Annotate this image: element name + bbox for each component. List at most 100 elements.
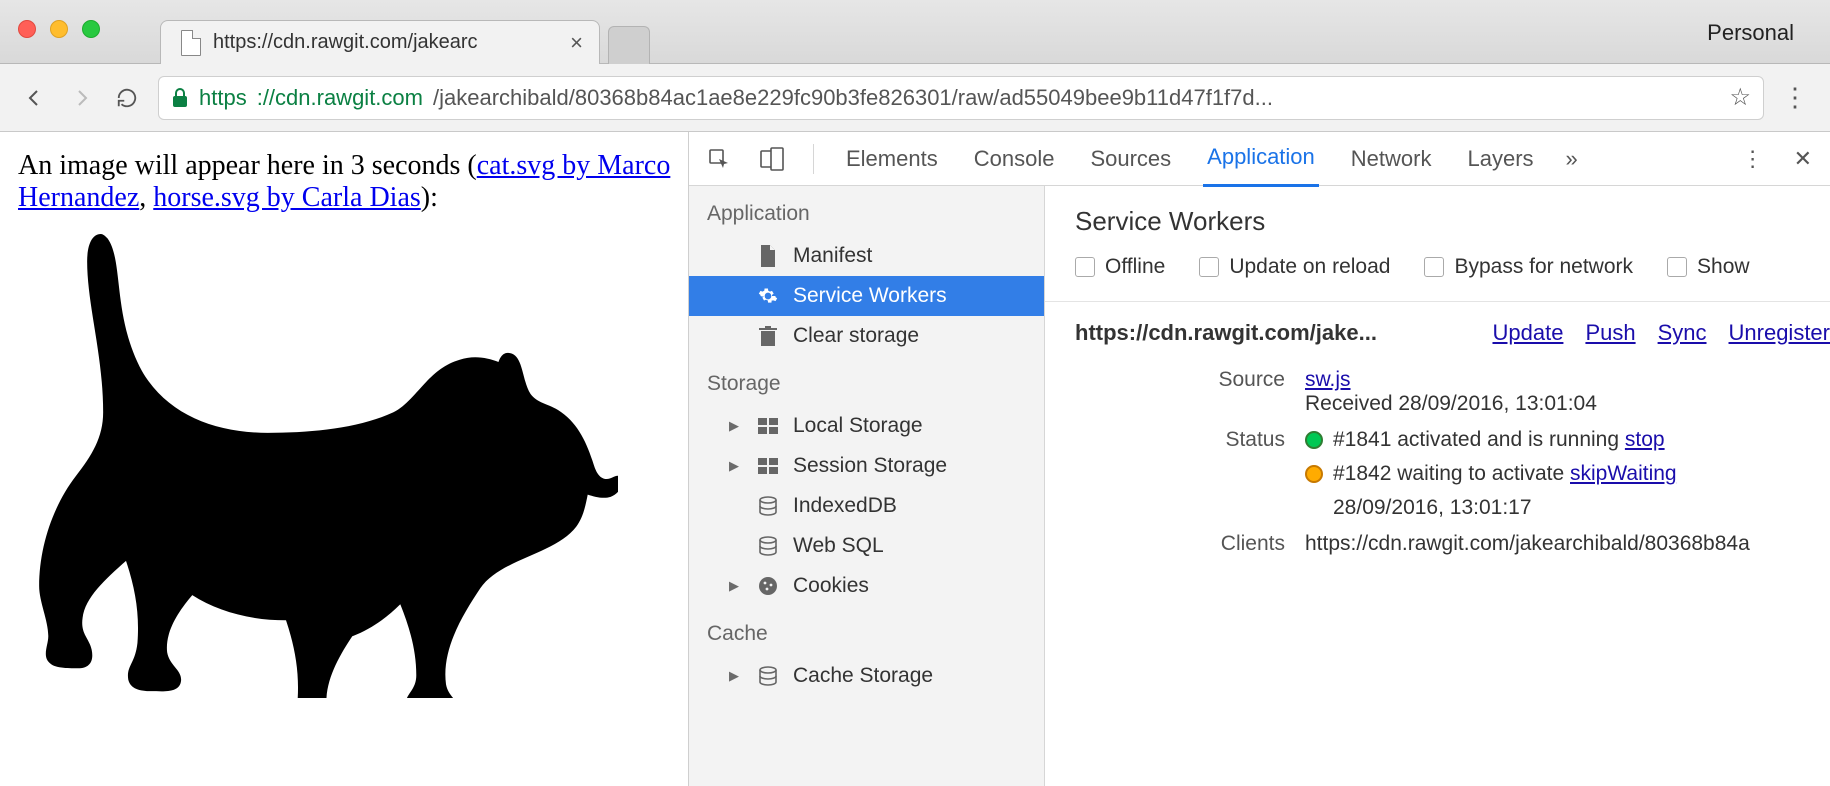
sidebar-item-web-sql[interactable]: Web SQL: [689, 526, 1044, 566]
sidebar-item-label: Manifest: [793, 244, 872, 268]
disclosure-triangle-icon[interactable]: ▶: [729, 578, 743, 594]
action-update[interactable]: Update: [1492, 320, 1563, 346]
action-push[interactable]: Push: [1585, 320, 1635, 346]
new-tab-button[interactable]: [608, 26, 650, 64]
sw-origin: https://cdn.rawgit.com/jake...: [1075, 320, 1377, 346]
status-dot-green: [1305, 431, 1323, 449]
service-workers-options: Offline Update on reload Bypass for networ…: [1075, 255, 1830, 279]
devtools-tabbar: Elements Console Sources Application Network…: [689, 132, 1830, 186]
devtools-tab-layers[interactable]: Layers: [1463, 132, 1537, 186]
sidebar-item-service-workers[interactable]: Service Workers: [689, 276, 1044, 316]
grid-icon: [757, 455, 779, 477]
file-icon: [181, 30, 201, 56]
sidebar-group-application: Application: [689, 186, 1044, 236]
checkbox[interactable]: [1667, 257, 1687, 277]
devtools-sidebar: Application Manifest Service Workers Clear …: [689, 186, 1045, 786]
file-icon: [757, 245, 779, 267]
devtools-tab-console[interactable]: Console: [970, 132, 1059, 186]
sidebar-item-local-storage[interactable]: ▶Local Storage: [689, 406, 1044, 446]
window-minimize-button[interactable]: [50, 20, 68, 38]
checkbox[interactable]: [1075, 257, 1095, 277]
url-path: /jakearchibald/80368b84ac1ae8e229fc90b3f…: [433, 85, 1273, 111]
window-close-button[interactable]: [18, 20, 36, 38]
source-received: Received 28/09/2016, 13:01:04: [1305, 392, 1597, 415]
option-show[interactable]: Show: [1667, 255, 1750, 279]
profile-label[interactable]: Personal: [1707, 20, 1794, 46]
page-content: An image will appear here in 3 seconds (…: [0, 132, 688, 786]
source-link[interactable]: sw.js: [1305, 368, 1351, 391]
devtools-close-button[interactable]: ✕: [1794, 146, 1812, 172]
sidebar-item-label: Cache Storage: [793, 664, 933, 688]
devtools-tab-network[interactable]: Network: [1347, 132, 1436, 186]
sidebar-item-cache-storage[interactable]: ▶ Cache Storage: [689, 656, 1044, 696]
sidebar-item-indexeddb[interactable]: IndexedDB: [689, 486, 1044, 526]
sidebar-item-manifest[interactable]: Manifest: [689, 236, 1044, 276]
sidebar-item-clear-storage[interactable]: Clear storage: [689, 316, 1044, 356]
disclosure-triangle-icon[interactable]: ▶: [729, 668, 743, 684]
origin-row: https://cdn.rawgit.com/jake... Update Pus…: [1075, 320, 1830, 346]
device-toolbar-icon[interactable]: [759, 147, 785, 171]
sw-action-stop[interactable]: stop: [1625, 428, 1665, 451]
address-bar[interactable]: https ://cdn.rawgit.com/jakearchibald/803…: [158, 76, 1764, 120]
tab-title: https://cdn.rawgit.com/jakearc: [213, 31, 478, 54]
divider: [1045, 301, 1830, 302]
sw-status-text: #1842 waiting to activate: [1333, 462, 1570, 485]
close-icon[interactable]: ×: [570, 30, 583, 56]
option-label: Update on reload: [1229, 255, 1390, 279]
sidebar-item-session-storage[interactable]: ▶ Session Storage: [689, 446, 1044, 486]
checkbox[interactable]: [1199, 257, 1219, 277]
cookie-icon: [757, 575, 779, 597]
page-text-sep: ,: [139, 182, 153, 213]
window-zoom-button[interactable]: [82, 20, 100, 38]
devtools-tab-sources[interactable]: Sources: [1086, 132, 1175, 186]
disclosure-triangle-icon[interactable]: ▶: [729, 418, 743, 434]
window-titlebar: https://cdn.rawgit.com/jakearc × Persona…: [0, 0, 1830, 64]
option-update-on-reload[interactable]: Update on reload: [1199, 255, 1390, 279]
pane-title: Service Workers: [1075, 206, 1830, 237]
sw-status-line: #1841 activated and is running stop: [1305, 428, 1830, 452]
link-horse-svg[interactable]: horse.svg by Carla Dias: [153, 182, 421, 213]
option-label: Bypass for network: [1454, 255, 1633, 279]
traffic-lights: [18, 20, 100, 38]
option-bypass-for-network[interactable]: Bypass for network: [1424, 255, 1633, 279]
sidebar-item-label: IndexedDB: [793, 494, 897, 518]
action-unregister[interactable]: Unregister: [1729, 320, 1830, 346]
browser-toolbar: https ://cdn.rawgit.com/jakearchibald/803…: [0, 64, 1830, 132]
devtools-tab-elements[interactable]: Elements: [842, 132, 942, 186]
clients-label: Clients: [1075, 532, 1285, 556]
source-label: Source: [1075, 368, 1285, 392]
checkbox[interactable]: [1424, 257, 1444, 277]
sidebar-group-cache: Cache: [689, 606, 1044, 656]
devtools: Elements Console Sources Application Network…: [688, 132, 1830, 786]
reload-button[interactable]: [112, 83, 142, 113]
forward-button[interactable]: [66, 83, 96, 113]
service-workers-pane: Service Workers Offline Update on reload B…: [1045, 186, 1830, 786]
more-tabs-icon[interactable]: »: [1566, 146, 1578, 172]
sidebar-item-label: Service Workers: [793, 284, 947, 308]
cat-image: [18, 218, 688, 698]
back-button[interactable]: [20, 83, 50, 113]
url-host: ://cdn.rawgit.com: [257, 85, 423, 111]
devtools-tab-application[interactable]: Application: [1203, 130, 1319, 187]
devtools-menu-button[interactable]: ⋮: [1742, 146, 1764, 172]
url-scheme: https: [199, 85, 247, 111]
inspect-element-icon[interactable]: [707, 147, 731, 171]
browser-tab[interactable]: https://cdn.rawgit.com/jakearc ×: [160, 20, 600, 64]
sidebar-item-label: Session Storage: [793, 454, 947, 478]
gear-icon: [757, 285, 779, 307]
sidebar-item-label: Web SQL: [793, 534, 884, 558]
option-offline[interactable]: Offline: [1075, 255, 1165, 279]
sidebar-item-cookies[interactable]: ▶Cookies: [689, 566, 1044, 606]
sidebar-item-label: Clear storage: [793, 324, 919, 348]
page-text-suffix: ):: [421, 182, 438, 213]
status-label: Status: [1075, 428, 1285, 452]
bookmark-star-icon[interactable]: ☆: [1729, 83, 1751, 112]
clients-value: https://cdn.rawgit.com/jakearchibald/803…: [1305, 532, 1830, 556]
db-icon: [757, 495, 779, 517]
disclosure-triangle-icon[interactable]: ▶: [729, 458, 743, 474]
option-label: Offline: [1105, 255, 1165, 279]
sw-action-skipwaiting[interactable]: skipWaiting: [1570, 462, 1677, 485]
sidebar-group-storage: Storage: [689, 356, 1044, 406]
browser-menu-button[interactable]: ⋮: [1780, 82, 1810, 113]
action-sync[interactable]: Sync: [1658, 320, 1707, 346]
